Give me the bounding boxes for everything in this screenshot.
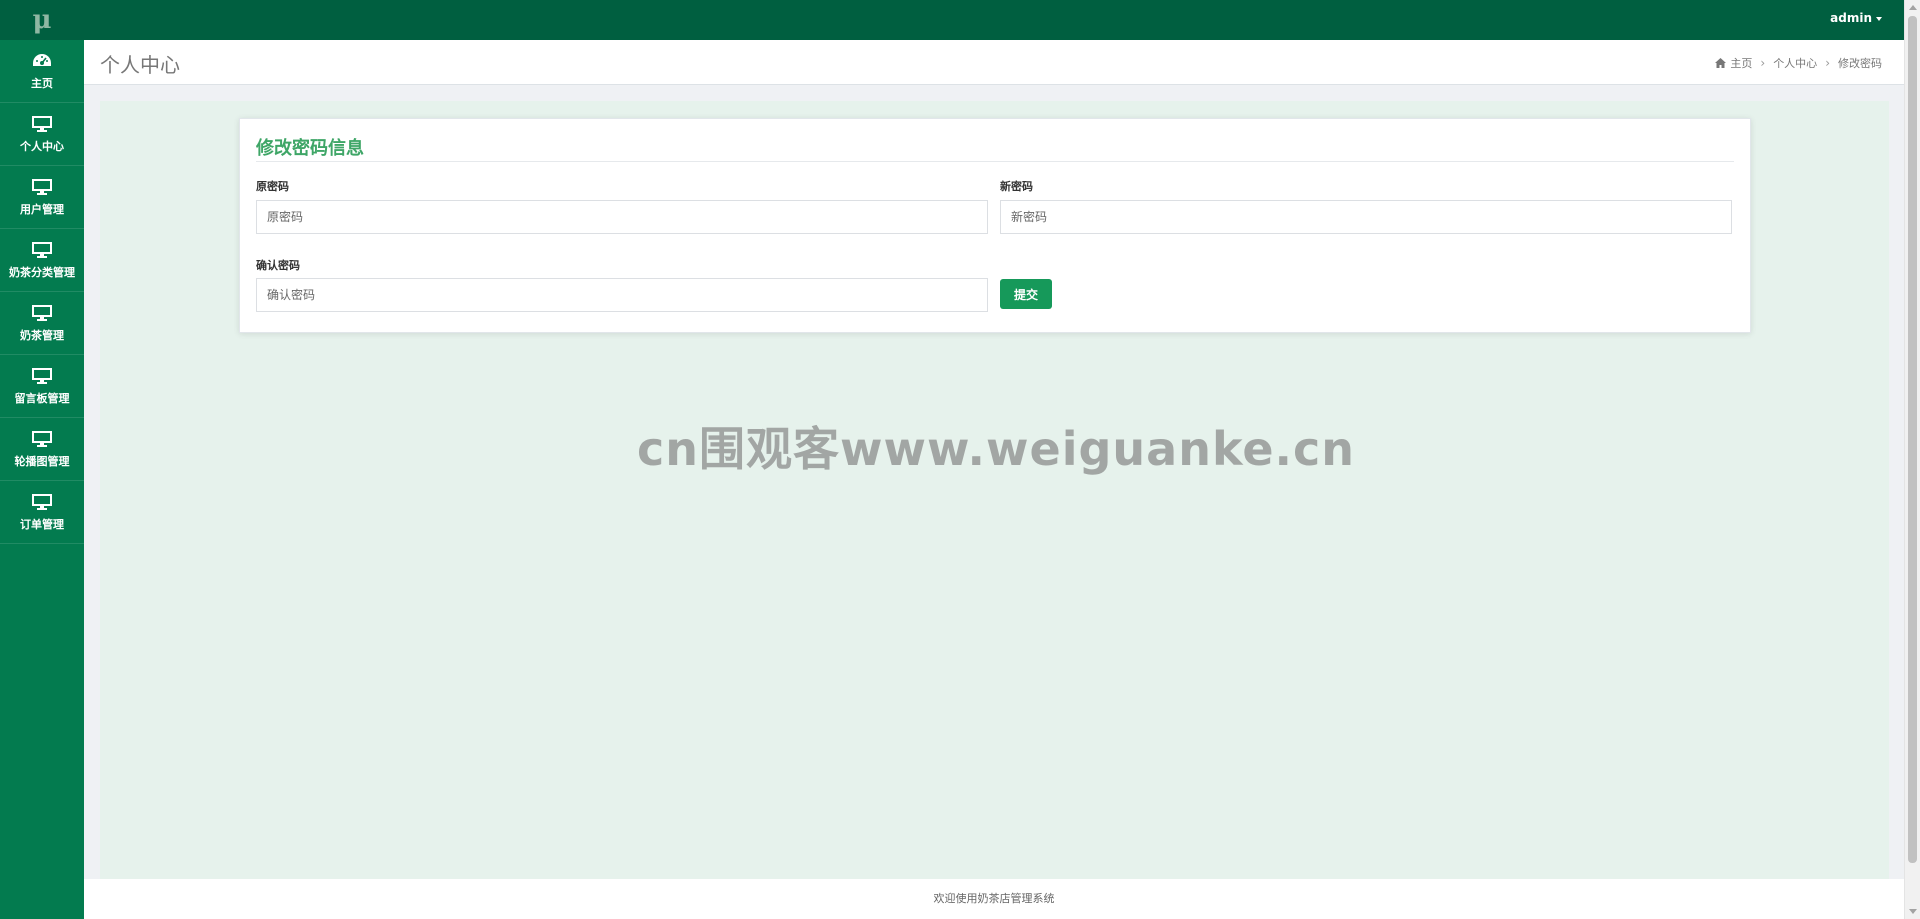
breadcrumb-current: 修改密码: [1838, 57, 1882, 70]
old-password-input[interactable]: [256, 200, 988, 234]
old-password-label: 原密码: [256, 180, 289, 193]
sidebar-item-users[interactable]: 用户管理: [0, 166, 84, 229]
home-icon: [1715, 58, 1727, 68]
chevron-right-icon: ›: [1760, 56, 1766, 70]
sidebar-item-label: 轮播图管理: [14, 454, 70, 468]
new-password-input[interactable]: [1000, 200, 1732, 234]
sidebar-item-label: 用户管理: [20, 202, 64, 216]
confirm-password-label: 确认密码: [256, 259, 300, 272]
sidebar-item-home[interactable]: 主页: [0, 40, 84, 103]
caret-down-icon: [1876, 16, 1882, 21]
monitor-icon: [32, 367, 52, 384]
sidebar-item-orders[interactable]: 订单管理: [0, 481, 84, 544]
sidebar-item-tea-categories[interactable]: 奶茶分类管理: [0, 229, 84, 292]
main-content: 修改密码信息 原密码 新密码 确认密码 提交: [100, 101, 1889, 879]
breadcrumb-home[interactable]: 主页: [1730, 55, 1752, 71]
footer: 欢迎使用奶茶店管理系统: [84, 879, 1904, 919]
change-password-card: 修改密码信息 原密码 新密码 确认密码 提交: [239, 118, 1751, 333]
breadcrumb: 主页 › 个人中心 › 修改密码: [1715, 55, 1882, 71]
breadcrumb-profile[interactable]: 个人中心: [1773, 55, 1817, 71]
divider: [256, 161, 1734, 162]
sidebar-item-label: 个人中心: [20, 139, 64, 153]
sidebar-item-label: 订单管理: [20, 517, 64, 531]
monitor-icon: [32, 304, 52, 321]
chevron-right-icon: ›: [1825, 56, 1830, 70]
username: admin: [1830, 11, 1872, 25]
monitor-icon: [32, 493, 52, 510]
watermark: cn围观客www.weiguanke.cn: [637, 422, 1356, 476]
vertical-scrollbar[interactable]: [1904, 0, 1920, 919]
sidebar-item-label: 留言板管理: [14, 391, 70, 405]
sidebar-item-label: 奶茶分类管理: [9, 265, 75, 279]
scroll-up-arrow-icon[interactable]: [1909, 5, 1917, 10]
sidebar-item-label: 奶茶管理: [20, 328, 64, 342]
sidebar: μ 主页 个人中心 用户管理 奶茶分类管理 奶茶管理 留言板管理 轮播图管理 订…: [0, 0, 84, 919]
scroll-down-arrow-icon[interactable]: [1909, 909, 1917, 914]
sidebar-item-label: 主页: [31, 76, 53, 90]
sidebar-item-profile[interactable]: 个人中心: [0, 103, 84, 166]
new-password-label: 新密码: [1000, 180, 1033, 193]
monitor-icon: [32, 241, 52, 258]
monitor-icon: [32, 178, 52, 195]
app-logo[interactable]: μ: [0, 0, 84, 40]
confirm-password-input[interactable]: [256, 278, 988, 312]
top-navbar: admin: [84, 0, 1904, 40]
card-title: 修改密码信息: [256, 138, 364, 159]
submit-button[interactable]: 提交: [1000, 279, 1052, 309]
monitor-icon: [32, 115, 52, 132]
sidebar-item-tea[interactable]: 奶茶管理: [0, 292, 84, 355]
sidebar-item-carousel[interactable]: 轮播图管理: [0, 418, 84, 481]
monitor-icon: [32, 430, 52, 447]
dashboard-icon: [33, 53, 51, 66]
user-menu-dropdown[interactable]: admin: [1830, 0, 1882, 40]
page-title: 个人中心: [100, 53, 180, 77]
page-header: 个人中心 主页 › 个人中心 › 修改密码: [84, 40, 1904, 85]
sidebar-item-messages[interactable]: 留言板管理: [0, 355, 84, 418]
scrollbar-thumb[interactable]: [1908, 16, 1917, 863]
